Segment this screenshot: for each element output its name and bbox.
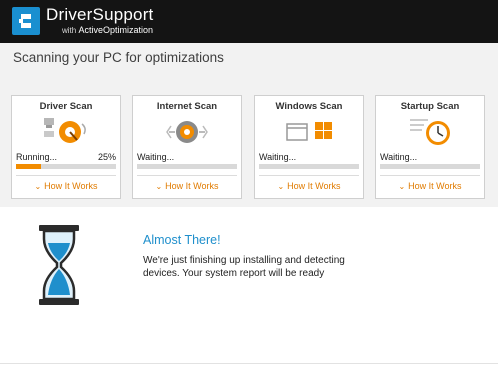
- chevron-down-icon: ⌄: [277, 182, 285, 191]
- driversupport-logo-icon: [12, 7, 40, 35]
- windows-scan-card: Windows Scan Waiting... ⌄ How It Works: [254, 95, 364, 199]
- card-divider: [259, 175, 359, 176]
- brand-title: DriverSupport: [46, 5, 154, 24]
- card-title: Windows Scan: [275, 101, 343, 112]
- app-header: DriverSupport with ActiveOptimization: [0, 0, 498, 43]
- card-status: Waiting...: [380, 152, 418, 162]
- card-status: Waiting...: [259, 152, 297, 162]
- driver-scan-card: Driver Scan Running... 25% ⌄ How It Works: [11, 95, 121, 199]
- progress-bar-fill: [16, 164, 41, 169]
- card-divider: [380, 175, 480, 176]
- panel-title: Almost There!: [143, 233, 221, 247]
- how-it-works-label: How It Works: [165, 181, 219, 191]
- progress-bar: [380, 164, 480, 169]
- how-it-works-label: How It Works: [44, 181, 98, 191]
- scan-area: Scanning your PC for optimizations Drive…: [0, 43, 498, 208]
- progress-bar: [137, 164, 237, 169]
- internet-gear-icon: [166, 121, 208, 143]
- how-it-works-link[interactable]: ⌄ How It Works: [376, 181, 484, 191]
- card-title: Internet Scan: [156, 101, 218, 112]
- windows-icon: [286, 122, 332, 141]
- how-it-works-label: How It Works: [287, 181, 341, 191]
- hourglass-icon: [39, 225, 79, 305]
- how-it-works-link[interactable]: ⌄ How It Works: [12, 181, 120, 191]
- clock-icon: [410, 119, 450, 145]
- panel-description: We're just finishing up installing and d…: [143, 255, 345, 279]
- card-title: Startup Scan: [400, 101, 460, 112]
- progress-bar: [259, 164, 359, 169]
- card-divider: [137, 175, 237, 176]
- how-it-works-label: How It Works: [408, 181, 462, 191]
- card-status: Waiting...: [137, 152, 175, 162]
- card-percent: 25%: [97, 152, 116, 162]
- card-status: Running...: [16, 152, 58, 162]
- startup-scan-card: Startup Scan Waiting... ⌄ How It Works: [375, 95, 485, 199]
- progress-bar: [16, 164, 116, 169]
- driver-gear-icon: [44, 118, 86, 143]
- brand-subtitle-prefix: with: [62, 26, 79, 35]
- status-panel: Almost There! We're just finishing up in…: [0, 207, 498, 379]
- chevron-down-icon: ⌄: [398, 182, 406, 191]
- brand-subtitle: with ActiveOptimization: [62, 25, 153, 35]
- scan-heading: Scanning your PC for optimizations: [13, 50, 224, 65]
- how-it-works-link[interactable]: ⌄ How It Works: [255, 181, 363, 191]
- bottom-divider: [0, 363, 498, 364]
- internet-scan-card: Internet Scan Waiting... ⌄ How It Works: [132, 95, 242, 199]
- brand-subtitle-accent: ActiveOptimization: [78, 25, 153, 35]
- chevron-down-icon: ⌄: [34, 182, 42, 191]
- how-it-works-link[interactable]: ⌄ How It Works: [133, 181, 241, 191]
- card-divider: [16, 175, 116, 176]
- card-title: Driver Scan: [39, 101, 93, 112]
- chevron-down-icon: ⌄: [155, 182, 163, 191]
